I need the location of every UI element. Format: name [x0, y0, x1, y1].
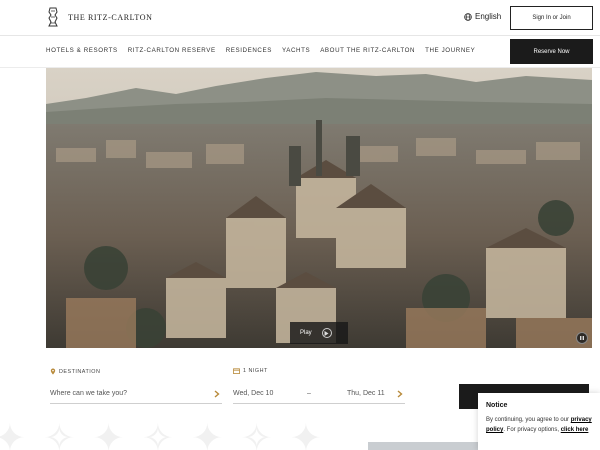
- nav-item-residences[interactable]: RESIDENCES: [226, 47, 272, 54]
- checkout-date: Thu, Dec 11: [347, 390, 385, 397]
- content-teaser-image: [368, 442, 478, 450]
- checkin-date: Wed, Dec 10: [233, 390, 274, 397]
- language-label: English: [475, 12, 502, 21]
- play-icon: [321, 328, 332, 338]
- hero-city-image: [46, 68, 592, 348]
- destination-label: DESTINATION: [50, 368, 100, 375]
- nav-item-the-journey[interactable]: THE JOURNEY: [425, 47, 475, 54]
- sign-in-button[interactable]: Sign In or Join: [510, 6, 593, 30]
- play-button[interactable]: Play: [290, 322, 348, 344]
- date-separator: –: [307, 390, 311, 397]
- privacy-notice: Notice By continuing, you agree to our p…: [478, 393, 600, 450]
- nav-item-hotels-resorts[interactable]: HOTELS & RESORTS: [46, 47, 118, 54]
- notice-text: By continuing, you agree to our privacy …: [486, 417, 592, 433]
- calendar-icon: [233, 368, 240, 374]
- notice-title: Notice: [486, 402, 508, 409]
- chevron-right-icon: [397, 390, 403, 398]
- nav-item-ritz-carlton-reserve[interactable]: RITZ-CARLTON RESERVE: [128, 47, 216, 54]
- lion-crest-icon: [48, 7, 58, 27]
- faded-brand-watermark: ✦ ✧ ✦ ✧ ✦ ✧ ✦: [0, 418, 326, 450]
- play-label: Play: [300, 330, 312, 336]
- click-here-link[interactable]: click here: [561, 427, 589, 433]
- date-range-field[interactable]: Wed, Dec 10 – Thu, Dec 11: [233, 384, 405, 404]
- nav-item-yachts[interactable]: YACHTS: [282, 47, 310, 54]
- brand-logo[interactable]: THE RITZ-CARLTON: [46, 6, 153, 28]
- language-selector[interactable]: English: [464, 12, 501, 21]
- top-header: THE RITZ-CARLTON English Sign In or Join: [0, 0, 600, 36]
- hero-video[interactable]: Play: [46, 68, 592, 348]
- nights-label: 1 NIGHT: [233, 368, 268, 374]
- location-pin-icon: [50, 368, 56, 375]
- nav-item-about[interactable]: ABOUT THE RITZ-CARLTON: [320, 47, 415, 54]
- brand-name: THE RITZ-CARLTON: [68, 12, 153, 22]
- chevron-right-icon: [214, 390, 220, 398]
- reserve-now-button[interactable]: Reserve Now: [510, 39, 593, 64]
- destination-placeholder: Where can we take you?: [50, 390, 128, 397]
- globe-icon: [464, 12, 472, 21]
- pause-icon[interactable]: [576, 332, 588, 344]
- destination-input[interactable]: Where can we take you?: [50, 384, 222, 404]
